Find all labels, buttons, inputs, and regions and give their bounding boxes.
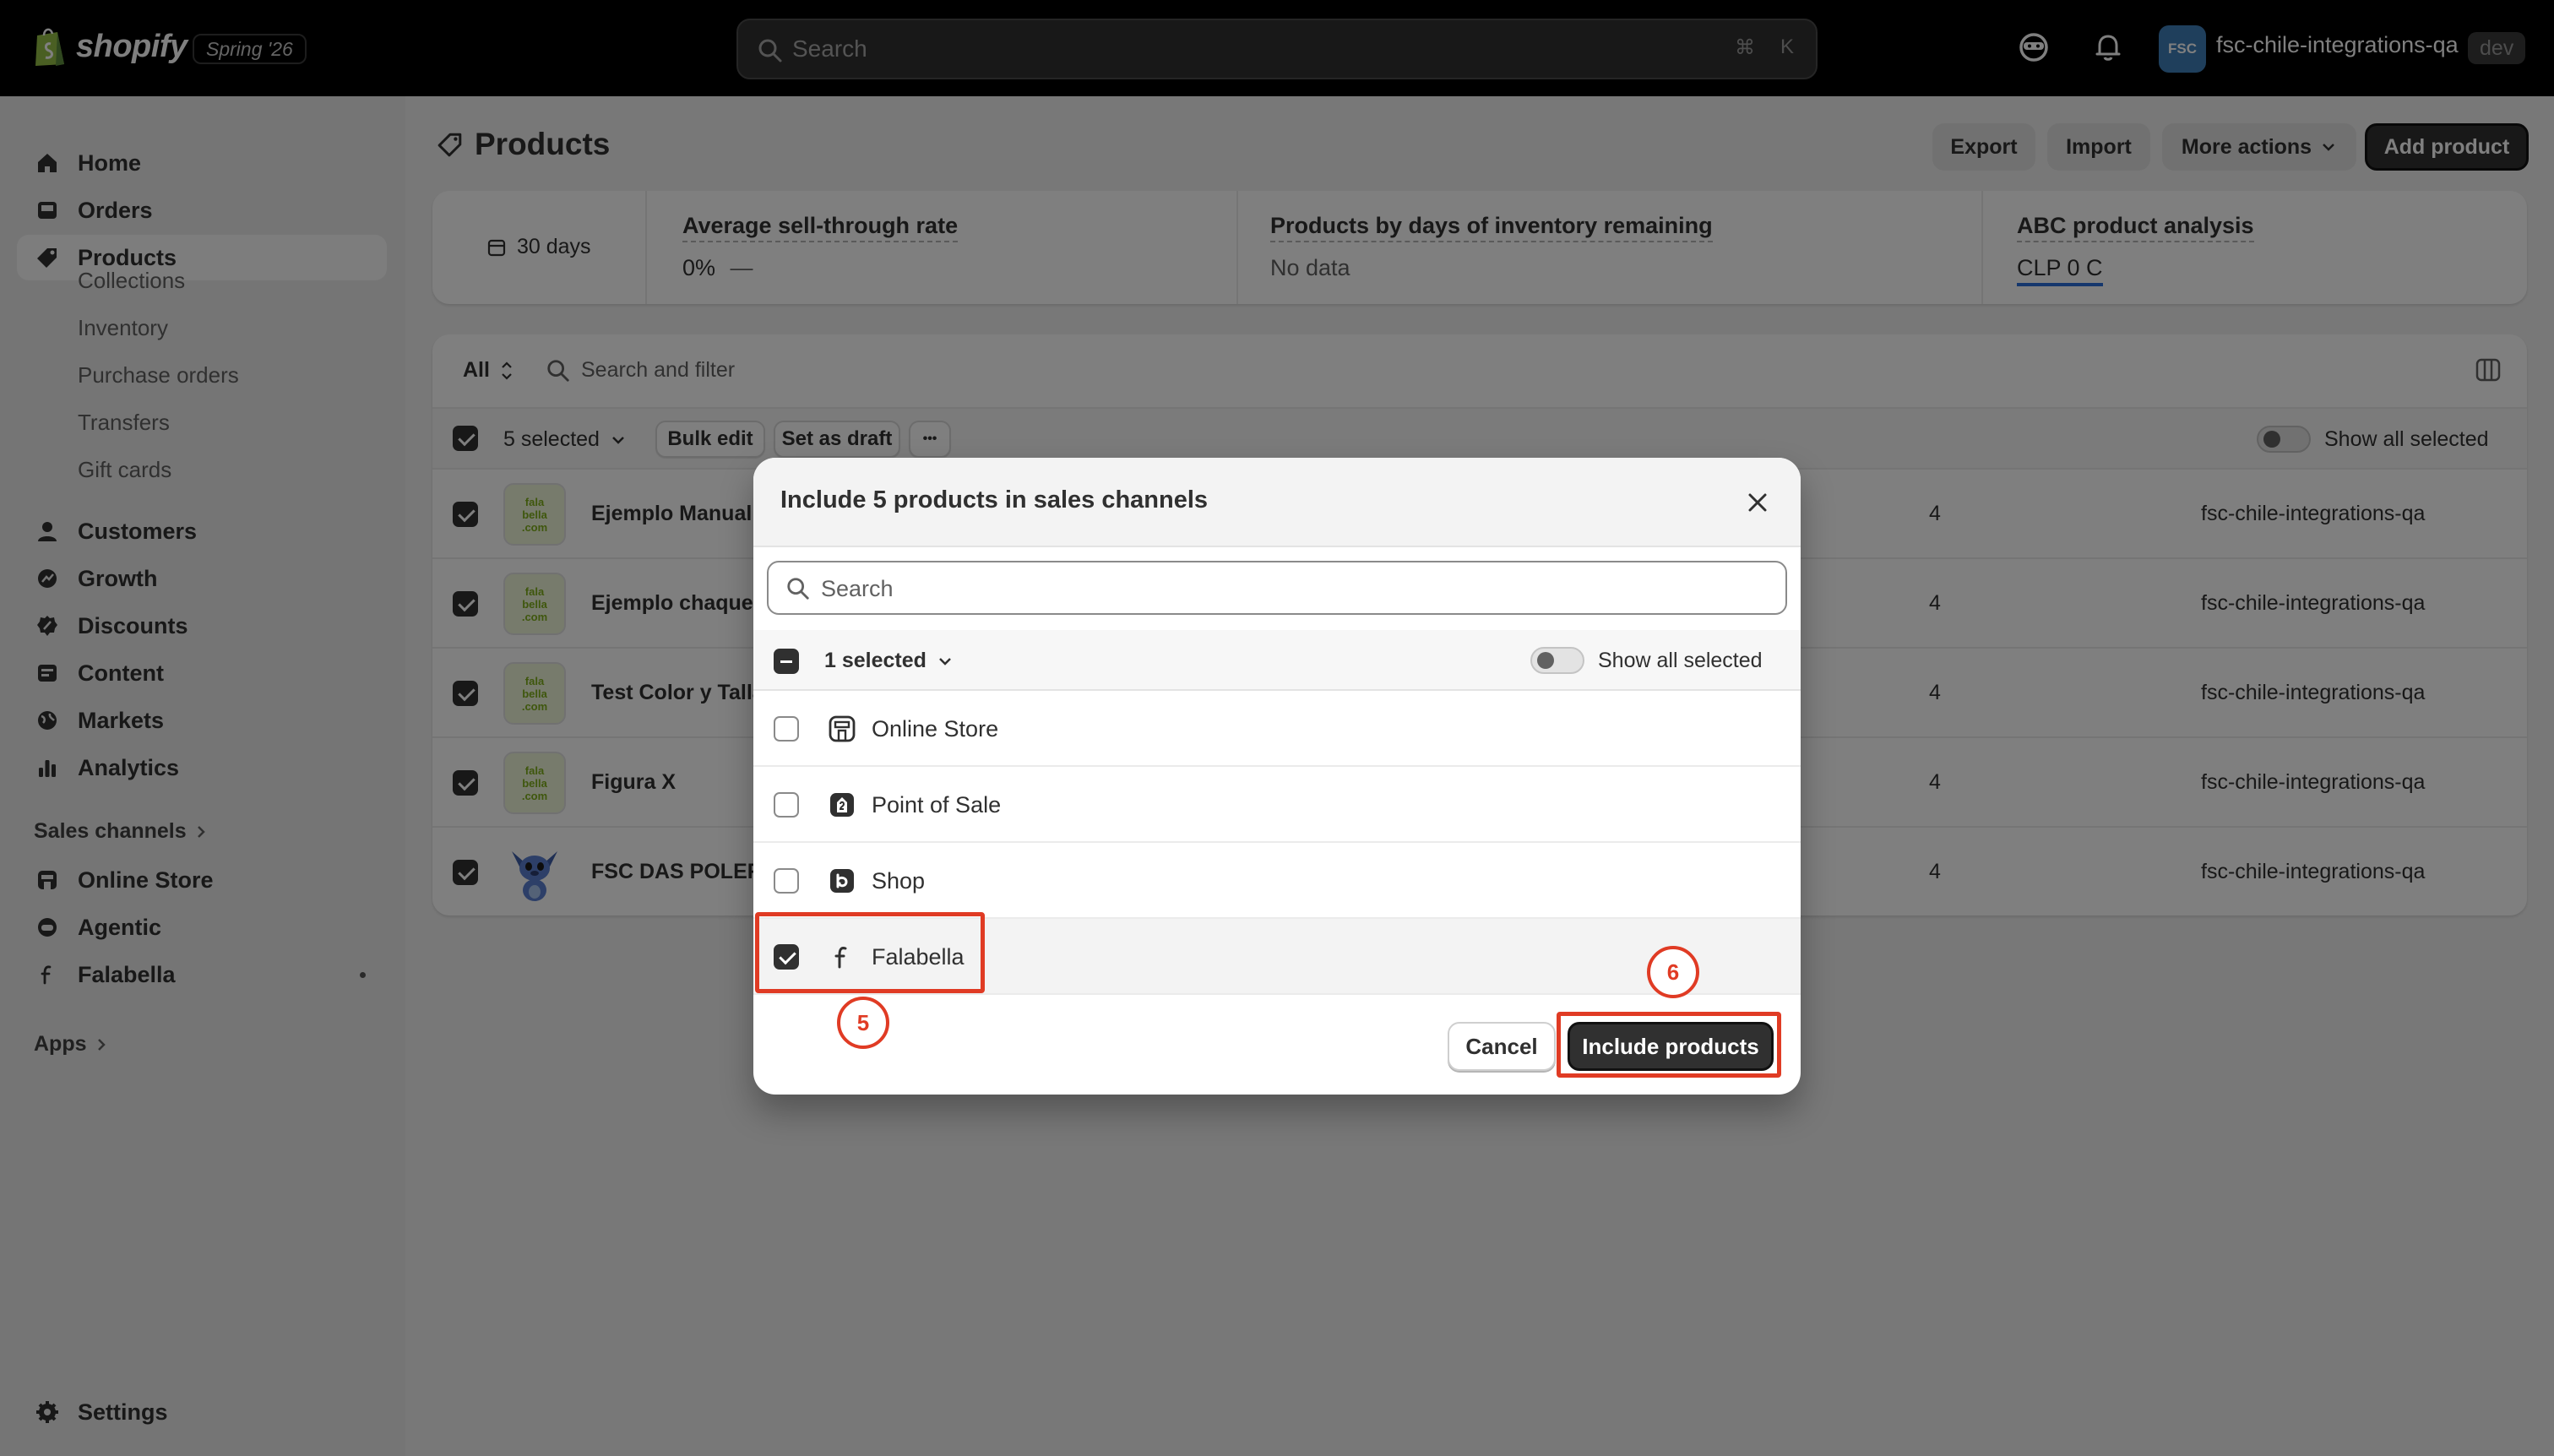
channel-label: Point of Sale <box>872 792 1002 818</box>
channel-search-input[interactable]: Search <box>767 561 1787 615</box>
channel-checkbox[interactable] <box>774 792 799 818</box>
channel-label: Online Store <box>872 716 999 742</box>
channel-row-online-store[interactable]: Online Store <box>753 691 1801 767</box>
store-icon <box>829 715 856 742</box>
select-all-channels-checkbox[interactable] <box>774 649 799 674</box>
highlight-include-button <box>1557 1012 1781 1078</box>
pos-icon <box>830 793 854 817</box>
modal-selection-bar: 1 selected Show all selected <box>753 630 1801 691</box>
channel-checkbox[interactable] <box>774 716 799 742</box>
search-placeholder: Search <box>821 576 894 601</box>
modal-title: Include 5 products in sales channels <box>780 486 1209 513</box>
channel-row-point-of-sale[interactable]: Point of Sale <box>753 767 1801 843</box>
channel-checkbox[interactable] <box>774 868 799 894</box>
modal-header: Include 5 products in sales channels <box>753 458 1801 547</box>
modal-show-all-selected-label: Show all selected <box>1598 649 1763 672</box>
channel-row-shop[interactable]: Shop <box>753 843 1801 919</box>
modal-show-all-selected-toggle[interactable] <box>1530 647 1584 674</box>
modal-selected-count-label: 1 selected <box>824 649 927 672</box>
highlight-falabella-row <box>755 912 985 993</box>
include-products-modal: Include 5 products in sales channels Sea… <box>753 458 1801 1095</box>
search-icon <box>787 578 809 600</box>
step-badge-6: 6 <box>1647 946 1699 998</box>
shop-icon <box>830 869 854 893</box>
cancel-button[interactable]: Cancel <box>1448 1022 1556 1071</box>
step-badge-5: 5 <box>837 997 889 1049</box>
close-icon[interactable] <box>1743 488 1772 517</box>
chevron-down-icon <box>939 657 951 666</box>
channel-label: Shop <box>872 868 926 894</box>
modal-selected-count-dropdown[interactable]: 1 selected <box>824 649 954 673</box>
